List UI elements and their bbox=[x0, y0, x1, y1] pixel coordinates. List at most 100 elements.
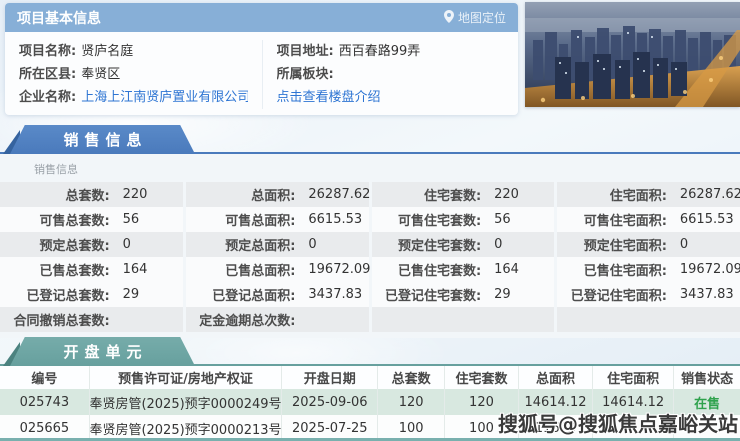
field-project-name: 项目名称: 贤庐名庭 bbox=[19, 40, 248, 63]
cell-res-area: 14614.12 bbox=[591, 389, 673, 415]
stat-reserved-res-area: 预定住宅面积: 0 bbox=[557, 232, 740, 257]
stat-value: 19672.09 bbox=[679, 262, 740, 277]
stat-residential-units: 住宅套数: 220 bbox=[371, 182, 555, 207]
stat-label: 已售总套数: bbox=[39, 264, 110, 279]
stat-cancelled-units: 合同撤销总套数: bbox=[0, 307, 183, 332]
stat-label: 总套数: bbox=[65, 189, 110, 204]
stat-deposit-overdue: 定金逾期总次数: bbox=[185, 307, 369, 332]
col-header-license: 预售许可证/房地产权证 bbox=[88, 366, 281, 389]
field-label: 所属板块: bbox=[276, 67, 334, 82]
cell-serial: 025743 bbox=[19, 394, 70, 410]
field-value: 西百春路99弄 bbox=[338, 44, 421, 59]
stat-label: 已售总面积: bbox=[225, 264, 296, 279]
stat-residential-area: 住宅面积: 26287.62 bbox=[557, 182, 740, 207]
stat-label: 预定总面积: bbox=[225, 239, 296, 254]
field-address: 项目地址: 西百春路99弄 bbox=[277, 40, 505, 63]
stat-label: 已售住宅套数: bbox=[397, 264, 482, 279]
stat-value: 56 bbox=[494, 212, 511, 227]
stat-value: 0 bbox=[494, 237, 503, 252]
stat-sellable-res-area: 可售住宅面积: 6615.53 bbox=[557, 207, 740, 232]
project-info-card: 项目基本信息 地图定位 项目名称: 贤庐名庭 所在区县: 奉贤区 企业名称: 上海上江… bbox=[5, 3, 518, 115]
table-row[interactable]: 025743 奉贤房管(2025)预字0000249号 2025-09-06 1… bbox=[0, 389, 740, 415]
stat-value: 29 bbox=[494, 287, 511, 302]
cell-res-units: 120 bbox=[443, 389, 518, 415]
field-label: 企业名称: bbox=[19, 90, 77, 105]
stat-label: 住宅套数: bbox=[423, 189, 482, 204]
stat-value: 6615.53 bbox=[308, 212, 363, 227]
map-locate-label: 地图定位 bbox=[457, 11, 506, 25]
stat-label: 已登记住宅套数: bbox=[384, 289, 482, 304]
stat-registered-res-area: 已登记住宅面积: 3437.83 bbox=[557, 282, 740, 307]
field-intro: 点击查看楼盘介绍 bbox=[277, 86, 505, 109]
sales-info-section: 销售信息 销售信息 总套数: 220 总面积: 26287.62 住宅套数: 220 … bbox=[0, 125, 740, 338]
field-district: 所在区县: 奉贤区 bbox=[19, 63, 248, 86]
field-label: 所在区县: bbox=[19, 67, 77, 82]
stat-total-area: 总面积: 26287.62 bbox=[185, 182, 371, 207]
stat-reserved-area: 预定总面积: 0 bbox=[185, 232, 369, 257]
stat-label: 已登记住宅面积: bbox=[570, 289, 667, 304]
stat-registered-units: 已登记总套数: 29 bbox=[0, 282, 183, 307]
field-board: 所属板块: bbox=[277, 63, 505, 86]
tab-opening-units[interactable]: 开盘单元 bbox=[10, 337, 195, 366]
stat-value: 220 bbox=[122, 187, 148, 202]
col-header-res-units: 住宅套数 bbox=[443, 366, 518, 389]
stat-value: 6615.53 bbox=[679, 212, 734, 227]
stat-label: 预定住宅套数: bbox=[397, 239, 482, 254]
sales-row: 已售总套数: 164 已售总面积: 19672.09 已售住宅套数: 164 已售住宅… bbox=[0, 257, 740, 282]
opening-table-header: 编号 预售许可证/房地产权证 开盘日期 总套数 住宅套数 总面积 住宅面积 销售… bbox=[0, 366, 740, 389]
section-title: 项目基本信息 bbox=[17, 10, 101, 27]
col-header-res-area: 住宅面积 bbox=[591, 366, 673, 389]
stat-label: 已登记总面积: bbox=[212, 289, 296, 304]
stat-empty bbox=[371, 307, 555, 332]
stat-label: 合同撤销总套数: bbox=[13, 314, 110, 329]
sales-row: 总套数: 220 总面积: 26287.62 住宅套数: 220 住宅面积: 26287… bbox=[0, 182, 740, 207]
sales-row: 可售总套数: 56 可售总面积: 6615.53 可售住宅套数: 56 可售住宅面积:… bbox=[0, 207, 740, 232]
sales-table: 销售信息 总套数: 220 总面积: 26287.62 住宅套数: 220 住宅面积:… bbox=[0, 154, 740, 338]
stat-sellable-res-units: 可售住宅套数: 56 bbox=[371, 207, 555, 232]
sales-subtitle: 销售信息 bbox=[34, 163, 78, 176]
map-locate-link[interactable]: 地图定位 bbox=[443, 9, 506, 26]
stat-sellable-units: 可售总套数: 56 bbox=[0, 207, 183, 232]
stat-label: 可售住宅面积: bbox=[583, 214, 667, 229]
col-header-open-date: 开盘日期 bbox=[281, 366, 377, 389]
project-photo[interactable] bbox=[525, 2, 740, 107]
stat-sold-res-units: 已售住宅套数: 164 bbox=[371, 257, 555, 282]
stat-label: 定金逾期总次数: bbox=[199, 314, 296, 329]
project-info-right-col: 项目地址: 西百春路99弄 所属板块: 点击查看楼盘介绍 bbox=[261, 40, 519, 109]
stat-value: 164 bbox=[494, 262, 519, 277]
stat-value: 220 bbox=[494, 187, 519, 202]
page: { "watermark": "搜狐号@搜狐焦点嘉峪关站", "colors":… bbox=[0, 0, 740, 441]
opening-tab-row: 开盘单元 bbox=[0, 337, 740, 366]
cell-total-units: 120 bbox=[377, 389, 444, 415]
tab-sales-info[interactable]: 销售信息 bbox=[10, 125, 195, 154]
stat-empty bbox=[557, 307, 740, 332]
stat-sold-res-area: 已售住宅面积: 19672.09 bbox=[557, 257, 740, 282]
project-info-body: 项目名称: 贤庐名庭 所在区县: 奉贤区 企业名称: 上海上江南贤庐置业有限公司 项目… bbox=[5, 32, 518, 109]
sales-row: 已登记总套数: 29 已登记总面积: 3437.83 已登记住宅套数: 29 已登记住… bbox=[0, 282, 740, 307]
company-link[interactable]: 上海上江南贤庐置业有限公司 bbox=[81, 90, 247, 105]
stat-reserved-res-units: 预定住宅套数: 0 bbox=[371, 232, 555, 257]
field-company: 企业名称: 上海上江南贤庐置业有限公司 bbox=[19, 86, 248, 109]
stat-registered-area: 已登记总面积: 3437.83 bbox=[185, 282, 369, 307]
stat-value: 29 bbox=[122, 287, 140, 302]
project-info-left-col: 项目名称: 贤庐名庭 所在区县: 奉贤区 企业名称: 上海上江南贤庐置业有限公司 bbox=[5, 40, 262, 109]
sales-tab-row: 销售信息 bbox=[0, 125, 740, 154]
col-header-total-area: 总面积 bbox=[517, 366, 592, 389]
stat-label: 可售住宅套数: bbox=[397, 214, 482, 229]
stat-label: 住宅面积: bbox=[609, 189, 667, 204]
stat-value: 0 bbox=[122, 237, 131, 252]
stat-value: 26287.62 bbox=[308, 187, 371, 202]
cell-open-date: 2025-09-06 bbox=[281, 389, 377, 415]
sales-row: 合同撤销总套数: 定金逾期总次数: bbox=[0, 307, 740, 332]
stat-value: 56 bbox=[122, 212, 140, 227]
stat-value: 19672.09 bbox=[308, 262, 371, 277]
view-intro-link[interactable]: 点击查看楼盘介绍 bbox=[277, 90, 381, 105]
stat-sellable-area: 可售总面积: 6615.53 bbox=[185, 207, 369, 232]
stat-label: 总面积: bbox=[251, 189, 296, 204]
cell-total-area: 14614.12 bbox=[517, 389, 592, 415]
stat-value: 0 bbox=[308, 237, 317, 252]
stat-value: 3437.83 bbox=[679, 287, 734, 302]
stat-label: 已登记总套数: bbox=[26, 289, 110, 304]
stat-sold-units: 已售总套数: 164 bbox=[0, 257, 183, 282]
col-header-status: 销售状态 bbox=[673, 366, 740, 389]
